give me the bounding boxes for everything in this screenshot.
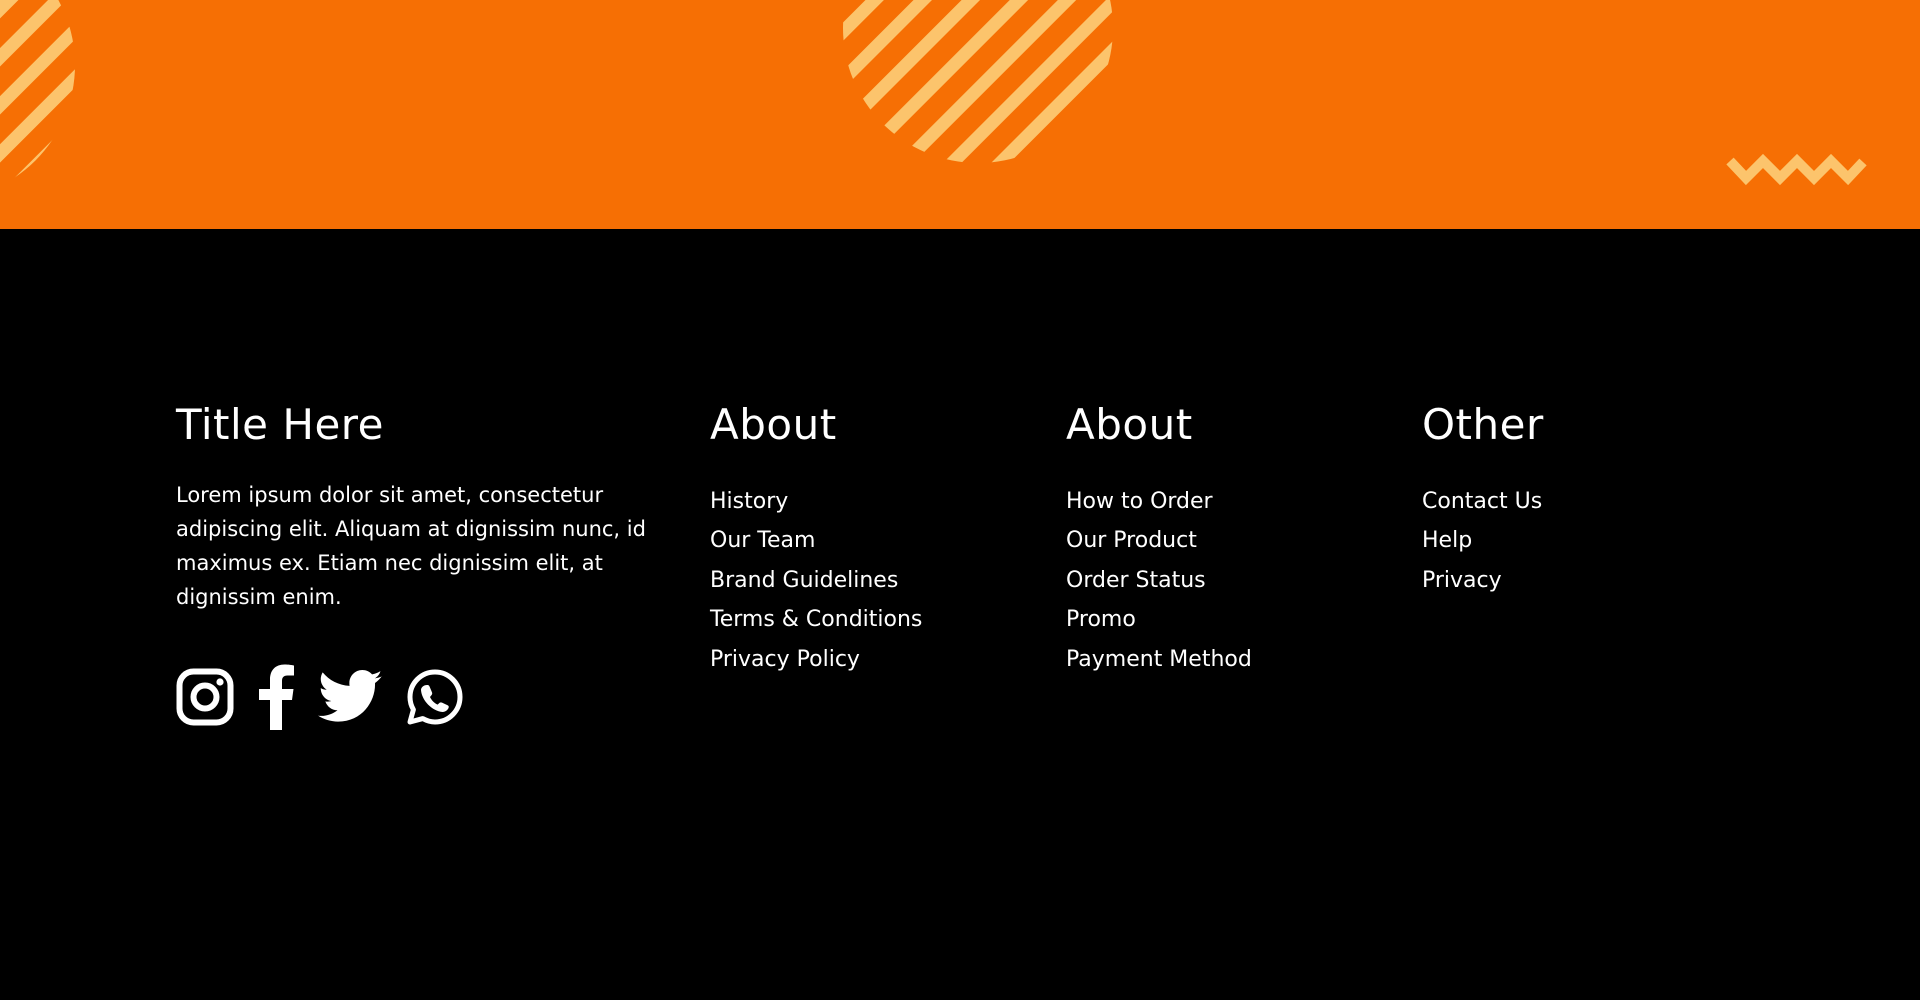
- footer-link-item: Our Team: [710, 521, 1030, 560]
- instagram-icon: [176, 668, 234, 726]
- footer-link-list: Contact Us Help Privacy: [1422, 482, 1742, 600]
- footer-link-item: Privacy: [1422, 561, 1742, 600]
- footer-link-item: Payment Method: [1066, 640, 1386, 679]
- twitter-icon: [318, 670, 383, 722]
- footer-description: Lorem ipsum dolor sit amet, consectetur …: [176, 483, 646, 609]
- orange-banner: [0, 0, 1920, 229]
- footer-link-how-to-order[interactable]: How to Order: [1066, 489, 1213, 514]
- footer-brand: Title Here Lorem ipsum dolor sit amet, c…: [176, 399, 666, 730]
- footer-link-item: History: [710, 482, 1030, 521]
- footer-link-contact-us[interactable]: Contact Us: [1422, 489, 1542, 514]
- footer-link-list: How to Order Our Product Order Status Pr…: [1066, 482, 1386, 679]
- footer-link-item: Terms & Conditions: [710, 600, 1030, 639]
- striped-circle-left: [0, 0, 75, 200]
- footer-link-item: Order Status: [1066, 561, 1386, 600]
- facebook-icon: [259, 664, 294, 730]
- footer-link-order-status[interactable]: Order Status: [1066, 568, 1206, 593]
- footer-link-payment-method[interactable]: Payment Method: [1066, 647, 1252, 672]
- footer-link-promo[interactable]: Promo: [1066, 607, 1136, 632]
- footer-link-brand-guidelines[interactable]: Brand Guidelines: [710, 568, 898, 593]
- footer-link-item: Our Product: [1066, 521, 1386, 560]
- instagram-link[interactable]: [176, 668, 234, 726]
- footer-link-privacy[interactable]: Privacy: [1422, 568, 1502, 593]
- footer-link-item: Promo: [1066, 600, 1386, 639]
- footer-link-item: How to Order: [1066, 482, 1386, 521]
- banner-decorations: [0, 0, 1867, 200]
- footer-brand-title: Title Here: [176, 400, 384, 449]
- footer-link-privacy-policy[interactable]: Privacy Policy: [710, 647, 860, 672]
- footer-column-title: Other: [1422, 400, 1544, 449]
- footer-link-item: Brand Guidelines: [710, 561, 1030, 600]
- social-links: [176, 664, 666, 730]
- footer-column-title: About: [1066, 400, 1193, 449]
- footer-link-item: Help: [1422, 521, 1742, 560]
- footer-link-list: History Our Team Brand Guidelines Terms …: [710, 482, 1030, 679]
- footer-link-item: Privacy Policy: [710, 640, 1030, 679]
- footer-column-title: About: [710, 400, 837, 449]
- footer-link-our-team[interactable]: Our Team: [710, 528, 815, 553]
- footer-link-terms-conditions[interactable]: Terms & Conditions: [710, 607, 922, 632]
- footer-column-about-orders: About How to Order Our Product Order Sta…: [1066, 399, 1386, 679]
- footer-link-help[interactable]: Help: [1422, 528, 1472, 553]
- site-footer: Title Here Lorem ipsum dolor sit amet, c…: [0, 229, 1920, 1000]
- footer-column-other: Other Contact Us Help Privacy: [1422, 399, 1742, 600]
- footer-column-about: About History Our Team Brand Guidelines …: [710, 399, 1030, 679]
- twitter-link[interactable]: [318, 670, 384, 724]
- footer-link-item: Contact Us: [1422, 482, 1742, 521]
- footer-link-history[interactable]: History: [710, 489, 788, 514]
- footer-link-our-product[interactable]: Our Product: [1066, 528, 1197, 553]
- whatsapp-link[interactable]: [406, 668, 464, 726]
- facebook-link[interactable]: [256, 664, 296, 730]
- zigzag-decoration: [1726, 153, 1867, 186]
- whatsapp-icon: [407, 669, 463, 725]
- striped-circle-center: [843, 0, 1113, 163]
